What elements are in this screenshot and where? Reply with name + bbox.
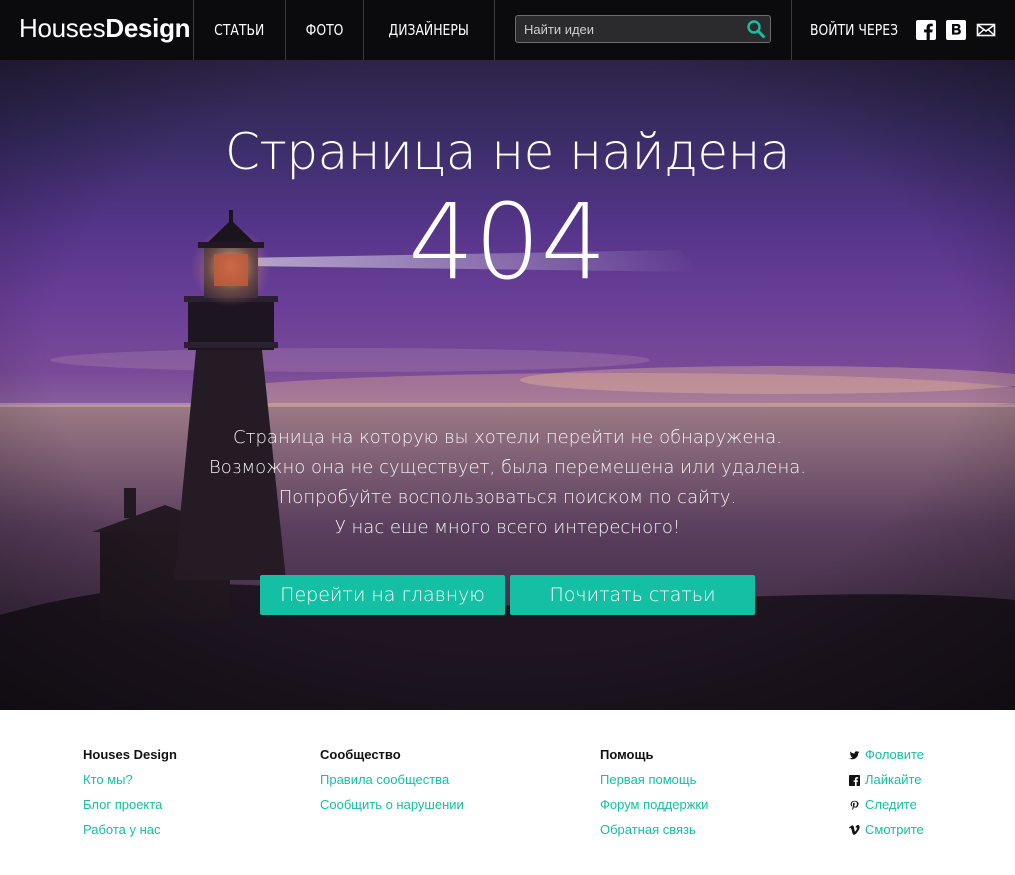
twitter-icon bbox=[849, 750, 860, 759]
error-message-line: Попробуйте воспользоваться поиском по са… bbox=[278, 487, 737, 508]
footer-link-twitter[interactable]: Фоловите bbox=[849, 747, 924, 763]
footer-column-social: Фоловите Лайкайте Следите Смотрите bbox=[849, 747, 924, 847]
vimeo-icon bbox=[849, 824, 860, 835]
logo-bold-text: Design bbox=[105, 13, 191, 43]
go-home-button[interactable]: Перейти на главную bbox=[260, 575, 505, 615]
footer-heading: Сообщество bbox=[320, 747, 401, 762]
logo-light-text: Houses bbox=[19, 13, 106, 43]
footer-link-blog[interactable]: Блог проекта bbox=[83, 797, 177, 813]
error-message-line: Страница на которую вы хотели перейти не… bbox=[233, 427, 782, 448]
footer-heading: Помощь bbox=[600, 747, 654, 762]
nav-item-designers[interactable]: ДИЗАЙНЕРЫ bbox=[364, 0, 494, 60]
page-title: Страница не найдена bbox=[225, 123, 791, 181]
footer-heading: Houses Design bbox=[83, 747, 177, 762]
footer: Houses Design Кто мы? Блог проекта Работ… bbox=[0, 710, 1015, 875]
footer-link-about[interactable]: Кто мы? bbox=[83, 772, 177, 788]
footer-link-feedback[interactable]: Обратная связь bbox=[600, 822, 708, 838]
footer-link-rules[interactable]: Правила сообщества bbox=[320, 772, 464, 788]
error-code: 404 bbox=[408, 181, 607, 303]
error-message: Страница на которую вы хотели перейти не… bbox=[0, 423, 1015, 543]
facebook-icon[interactable] bbox=[916, 20, 936, 40]
top-navbar: HousesDesign СТАТЬИ ФОТО ДИЗАЙНЕРЫ ВОЙТИ… bbox=[0, 0, 1015, 60]
search-icon[interactable] bbox=[746, 19, 766, 39]
footer-link-facebook[interactable]: Лайкайте bbox=[849, 772, 924, 788]
footer-social-label: Следите bbox=[865, 797, 917, 812]
facebook-icon bbox=[849, 774, 860, 786]
read-articles-button[interactable]: Почитать статьи bbox=[510, 575, 755, 615]
nav-item-photo[interactable]: ФОТО bbox=[286, 0, 363, 60]
footer-link-pinterest[interactable]: Следите bbox=[849, 797, 924, 813]
divider bbox=[494, 0, 495, 60]
error-message-line: Возможно она не существует, была перемеш… bbox=[209, 457, 806, 478]
footer-social-label: Фоловите bbox=[865, 747, 924, 762]
error-message-line: У нас еше много всего интересного! bbox=[334, 517, 681, 538]
nav-item-articles[interactable]: СТАТЬИ bbox=[194, 0, 285, 60]
footer-column-help: Помощь Первая помощь Форум поддержки Обр… bbox=[600, 747, 708, 847]
nav-item-designers-label: ДИЗАЙНЕРЫ bbox=[388, 21, 470, 39]
pinterest-icon bbox=[850, 800, 859, 810]
footer-column-houses-design: Houses Design Кто мы? Блог проекта Работ… bbox=[83, 747, 177, 847]
footer-link-jobs[interactable]: Работа у нас bbox=[83, 822, 177, 838]
footer-link-first-aid[interactable]: Первая помощь bbox=[600, 772, 708, 788]
logo[interactable]: HousesDesign bbox=[19, 12, 191, 44]
login-label: ВОЙТИ ЧЕРЕЗ bbox=[810, 21, 899, 39]
footer-link-support-forum[interactable]: Форум поддержки bbox=[600, 797, 708, 813]
footer-column-community: Сообщество Правила сообщества Сообщить о… bbox=[320, 747, 464, 822]
hero-section: Страница не найдена 404 Страница на кото… bbox=[0, 60, 1015, 710]
mail-icon[interactable] bbox=[976, 20, 996, 40]
vk-icon[interactable] bbox=[946, 20, 966, 40]
nav-item-articles-label: СТАТЬИ bbox=[214, 21, 265, 39]
search-box bbox=[515, 15, 771, 43]
footer-social-label: Смотрите bbox=[865, 822, 924, 837]
footer-social-label: Лайкайте bbox=[865, 772, 922, 787]
footer-link-report[interactable]: Сообщить о нарушении bbox=[320, 797, 464, 813]
nav-item-photo-label: ФОТО bbox=[305, 21, 344, 39]
footer-link-vimeo[interactable]: Смотрите bbox=[849, 822, 924, 838]
search-input[interactable] bbox=[516, 16, 736, 42]
divider bbox=[791, 0, 792, 60]
